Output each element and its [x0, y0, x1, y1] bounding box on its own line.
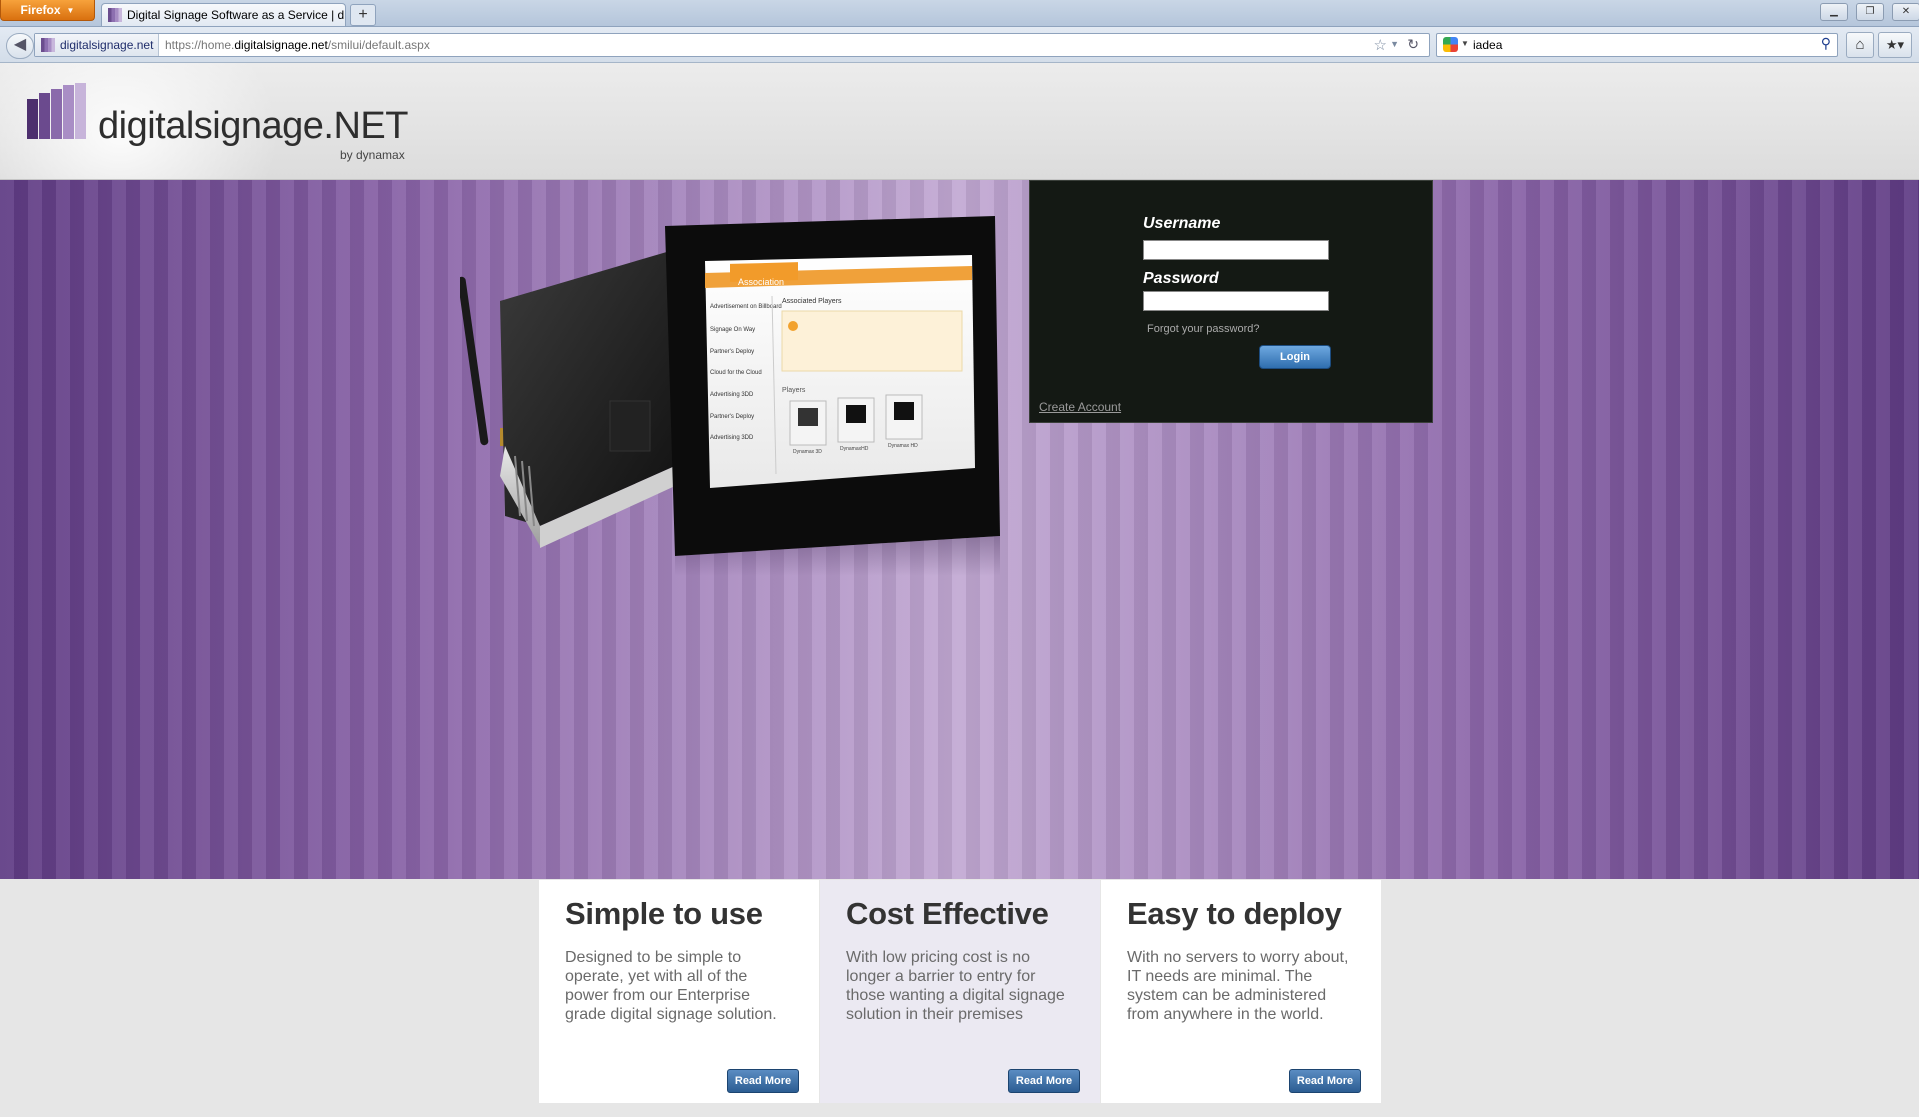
illustration-panel-title: Associated Players — [782, 298, 842, 305]
search-input[interactable]: iadea — [1473, 38, 1502, 52]
site-header: digitalsignage.NET by dynamax — [0, 63, 1919, 180]
username-field[interactable] — [1143, 240, 1329, 260]
read-more-button[interactable]: Read More — [727, 1069, 799, 1093]
url-text[interactable]: https://home.digitalsignage.net/smilui/d… — [165, 38, 430, 52]
logo-byline: by dynamax — [340, 148, 405, 162]
star-icon[interactable]: ☆ — [1374, 36, 1387, 54]
password-label: Password — [1143, 270, 1219, 287]
site-favicon-icon — [108, 8, 122, 22]
tab-title: Digital Signage Software as a Service | … — [127, 8, 345, 22]
chevron-down-icon[interactable]: ▼ — [1390, 39, 1399, 49]
illustration-list-item: Signage On Way — [710, 327, 755, 333]
browser-tab-strip: Firefox ▼ Digital Signage Software as a … — [0, 0, 1919, 27]
username-label: Username — [1143, 215, 1221, 232]
illustration-players-heading: Players — [782, 387, 806, 394]
login-panel: Username Password Forgot your password? … — [1029, 180, 1433, 423]
search-icon[interactable]: ⚲ — [1821, 35, 1831, 52]
firefox-menu-button[interactable]: Firefox ▼ — [0, 0, 95, 21]
site-identity-button[interactable]: digitalsignage.net — [35, 34, 159, 56]
chevron-down-icon[interactable]: ▼ — [1461, 39, 1469, 48]
illustration-player-tiles — [789, 394, 923, 446]
feature-description: With low pricing cost is no longer a bar… — [846, 949, 1065, 1023]
feature-title: Easy to deploy — [1127, 896, 1342, 931]
bookmarks-icon[interactable]: ★▾ — [1878, 32, 1912, 58]
new-tab-button[interactable]: + — [350, 4, 376, 26]
minimize-icon[interactable]: ▁ — [1820, 3, 1848, 21]
illustration-list-item: Advertisement on Billboard — [710, 304, 782, 310]
media-player-box — [500, 251, 675, 548]
tablet-display: Association Advertisement on Billboard S… — [665, 216, 1000, 556]
illustration-list-item: Cloud for the Cloud — [710, 370, 762, 376]
feature-title: Simple to use — [565, 896, 763, 931]
feature-card-cost: Cost Effective With low pricing cost is … — [820, 880, 1100, 1103]
illustration-list-item: Advertising 3DD — [710, 392, 754, 398]
restore-icon[interactable]: ❐ — [1856, 3, 1884, 21]
illustration-player-label: Dynamax 3D — [793, 449, 822, 455]
illustration-list-item: Advertising 3DD — [710, 435, 754, 441]
search-engine-icon[interactable] — [1443, 37, 1458, 52]
forgot-password-link[interactable]: Forgot your password? — [1147, 323, 1260, 335]
feature-title: Cost Effective — [846, 896, 1049, 931]
illustration-tab-label: Association — [738, 277, 784, 287]
url-domain: digitalsignage.net — [234, 38, 328, 52]
illustration-player-label: DynamaxHD — [840, 446, 869, 452]
site-favicon-icon — [41, 38, 55, 52]
logo-text[interactable]: digitalsignage.NET — [98, 105, 408, 148]
chevron-down-icon: ▼ — [66, 5, 75, 15]
read-more-button[interactable]: Read More — [1289, 1069, 1361, 1093]
read-more-button[interactable]: Read More — [1008, 1069, 1080, 1093]
illustration-player-label: Dynamax HD — [888, 443, 918, 449]
close-icon[interactable]: ✕ — [1892, 3, 1919, 21]
browser-tab-active[interactable]: Digital Signage Software as a Service | … — [101, 3, 346, 26]
reload-icon[interactable]: ↻ — [1407, 36, 1419, 53]
logo-icon[interactable] — [27, 83, 95, 139]
illustration-list-item: Partner's Deploy — [710, 414, 754, 420]
illustration-list-item: Partner's Deploy — [710, 349, 754, 355]
back-icon[interactable]: ◀ — [6, 33, 34, 59]
feature-description: Designed to be simple to operate, yet wi… — [565, 949, 777, 1023]
hero-banner: Association Advertisement on Billboard S… — [0, 180, 1919, 879]
url-path: /smilui/default.aspx — [327, 38, 430, 52]
home-icon[interactable]: ⌂ — [1846, 32, 1874, 58]
search-bar[interactable]: ▼ iadea ⚲ — [1436, 33, 1838, 57]
feature-card-deploy: Easy to deploy With no servers to worry … — [1101, 880, 1381, 1103]
login-button[interactable]: Login — [1259, 345, 1331, 369]
address-bar[interactable]: digitalsignage.net https://home.digitals… — [34, 33, 1430, 57]
site-identity-label: digitalsignage.net — [60, 38, 154, 52]
browser-navigation-bar: ◀ digitalsignage.net https://home.digita… — [0, 27, 1919, 63]
create-account-link[interactable]: Create Account — [1039, 400, 1121, 414]
device-illustration: Association Advertisement on Billboard S… — [460, 216, 1000, 576]
feature-description: With no servers to worry about, IT needs… — [1127, 949, 1349, 1023]
feature-card-simple: Simple to use Designed to be simple to o… — [539, 880, 819, 1103]
url-prefix: https://home. — [165, 38, 235, 52]
firefox-menu-label: Firefox — [20, 3, 61, 17]
password-field[interactable] — [1143, 291, 1329, 311]
